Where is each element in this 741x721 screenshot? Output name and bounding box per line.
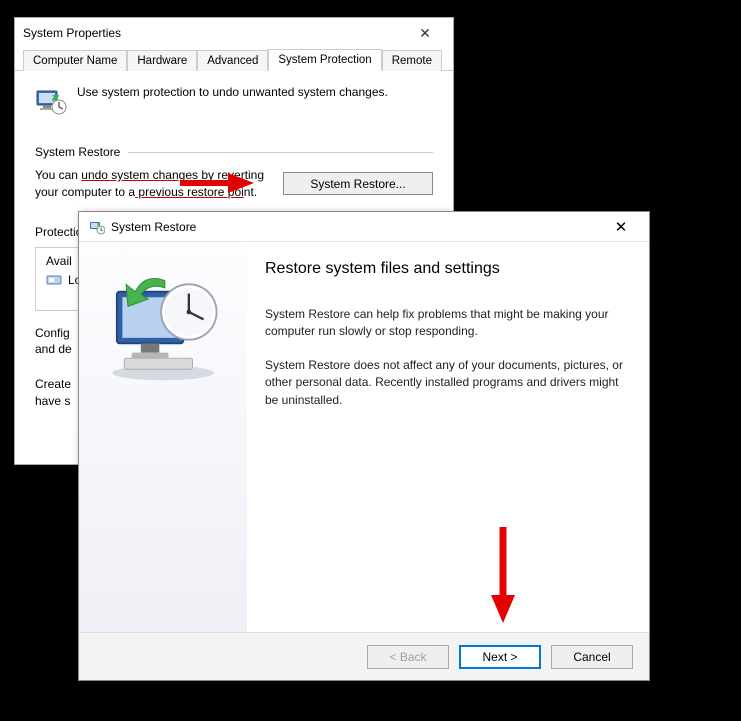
close-button[interactable]: ✕ — [405, 25, 445, 42]
wizard-paragraph-1: System Restore can help fix problems tha… — [265, 306, 625, 341]
wizard-heading: Restore system files and settings — [265, 260, 625, 278]
tab-computer-name[interactable]: Computer Name — [23, 50, 127, 71]
tab-advanced[interactable]: Advanced — [197, 50, 268, 71]
drive-icon — [46, 272, 62, 288]
cancel-button[interactable]: Cancel — [551, 645, 633, 669]
restore-computer-icon — [98, 264, 228, 384]
section-system-restore: System Restore — [35, 145, 433, 159]
tab-hardware[interactable]: Hardware — [127, 50, 197, 71]
next-button[interactable]: Next > — [459, 645, 541, 669]
window-title: System Restore — [111, 220, 601, 234]
wizard-paragraph-2: System Restore does not affect any of yo… — [265, 357, 625, 409]
system-protection-icon — [35, 85, 67, 117]
divider — [128, 152, 433, 153]
tab-system-protection[interactable]: System Protection — [268, 49, 381, 71]
system-restore-button[interactable]: System Restore... — [283, 172, 433, 195]
tab-strip: Computer Name Hardware Advanced System P… — [15, 48, 453, 71]
system-restore-wizard: System Restore ✕ R — [78, 211, 650, 681]
titlebar[interactable]: System Properties ✕ — [15, 18, 453, 48]
tab-remote[interactable]: Remote — [382, 50, 442, 71]
section-label-text: Protectio — [35, 225, 82, 239]
intro-text: Use system protection to undo unwanted s… — [77, 85, 388, 99]
wizard-content: Restore system files and settings System… — [247, 242, 649, 632]
wizard-sidebar — [79, 242, 247, 632]
section-label-text: System Restore — [35, 145, 120, 159]
titlebar[interactable]: System Restore ✕ — [79, 212, 649, 242]
back-button: < Back — [367, 645, 449, 669]
wizard-footer: < Back Next > Cancel — [79, 632, 649, 680]
system-restore-icon — [89, 219, 105, 235]
window-title: System Properties — [23, 26, 405, 40]
close-button[interactable]: ✕ — [601, 218, 641, 236]
restore-description: You can undo system changes by reverting… — [35, 167, 267, 201]
